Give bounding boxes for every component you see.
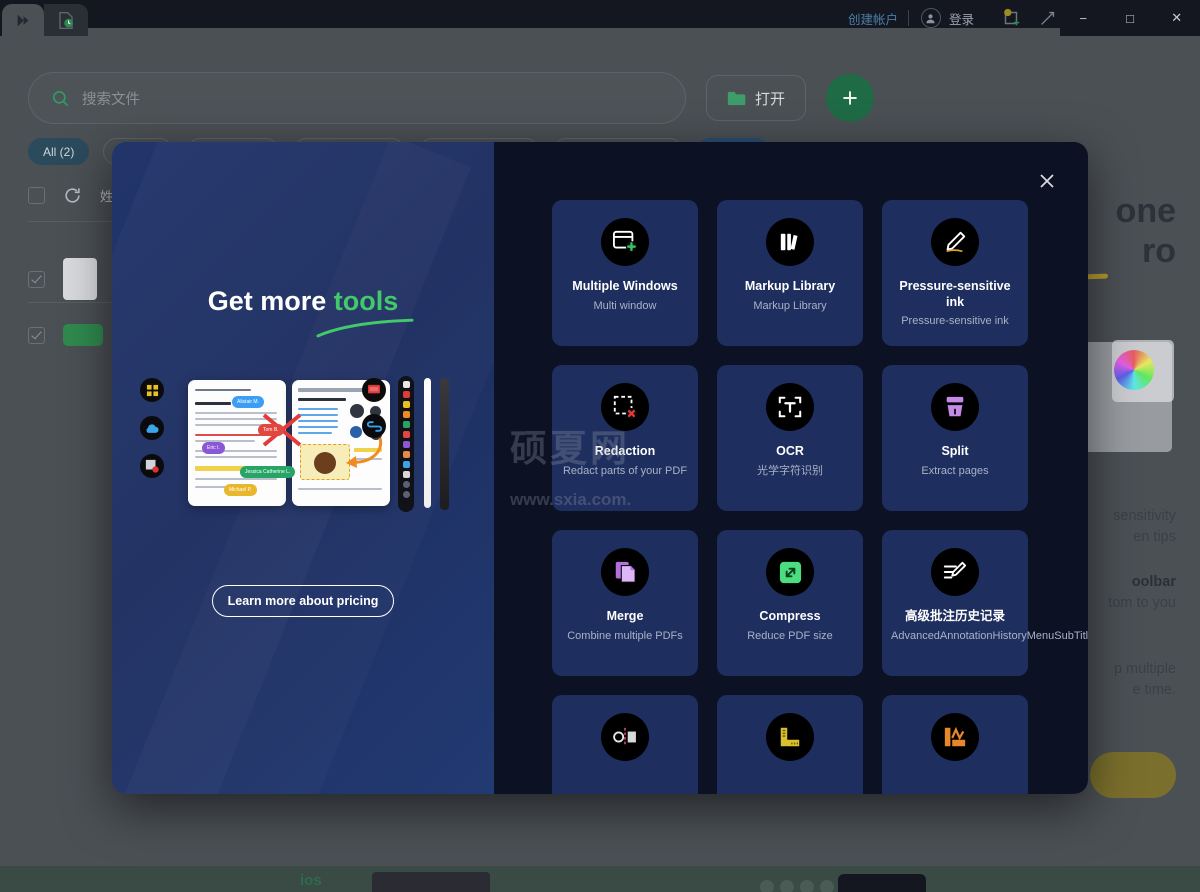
tools-grid: Multiple Windows Multi window Markup Lib… [552,200,1088,794]
annotation-history-icon [931,548,979,596]
illustration-comment: Tom B. [258,424,284,436]
orange-arrow-icon [346,437,383,468]
tool-card-title: Pressure-sensitive ink [899,279,1011,309]
link-icon [362,414,386,438]
tool-card-subtitle: AdvancedAnnotationHistoryMenuSubTitle [891,629,1088,642]
modal-overlay: Get more tools Alistair M. Eric I. Micha… [0,0,1200,892]
markup-library-icon [766,218,814,266]
tool-card-compare[interactable] [552,695,698,794]
tool-card-redaction[interactable]: Redaction Redact parts of your PDF [552,365,698,511]
green-underline-swoosh [316,318,414,338]
tool-card-subtitle: Pressure-sensitive ink [901,315,1009,328]
compare-icon [601,713,649,761]
tool-card-title: Merge [606,609,644,623]
tool-card-multiple-windows[interactable]: Multiple Windows Multi window [552,200,698,346]
tool-card-measure[interactable] [717,695,863,794]
tool-card-title: Split [941,444,969,458]
redaction-icon [601,383,649,431]
split-icon [931,383,979,431]
tool-card-title: 高级批注历史记录 [904,609,1005,623]
learn-more-pricing-button[interactable]: Learn more about pricing [212,585,394,617]
tool-card-subtitle: Combine multiple PDFs [567,629,683,642]
color-palette-bar [398,376,414,512]
tool-card-title: Redaction [594,444,656,458]
tool-card-annotation-history[interactable]: 高级批注历史记录 AdvancedAnnotationHistoryMenuSu… [882,530,1088,676]
multiple-windows-icon [601,218,649,266]
pen-icon [931,218,979,266]
tool-card-title: Multiple Windows [572,279,678,293]
redaction-small-icon [140,454,164,478]
grid-windows-icon [140,378,164,402]
tool-card-subtitle: Multi window [593,299,657,312]
compress-icon [766,548,814,596]
illustration-comment: Michael P. [224,484,257,496]
dialog-title: Get more tools [112,286,494,317]
dialog-title-accent: tools [333,286,399,316]
tool-card-title: OCR [776,444,804,458]
get-more-tools-dialog: Get more tools Alistair M. Eric I. Micha… [112,142,1088,794]
tool-card-merge[interactable]: Merge Combine multiple PDFs [552,530,698,676]
ruler-chart-icon [931,713,979,761]
tool-card-subtitle: 光学字符识别 [757,464,823,477]
tool-card-ocr[interactable]: OCR 光学字符识别 [717,365,863,511]
illustration-comment: Jessica Catherine L. [240,466,296,478]
dialog-left-panel: Get more tools Alistair M. Eric I. Micha… [112,142,494,794]
tool-card-pressure-sensitive-ink[interactable]: Pressure-sensitive ink Pressure-sensitiv… [882,200,1028,346]
merge-icon [601,548,649,596]
close-icon[interactable] [1036,170,1058,192]
illustration-comment: Eric I. [202,442,225,454]
annotation-illustration: Alistair M. Eric I. Michael P. Tom B. Je… [136,366,470,522]
dialog-title-prefix: Get more [207,286,334,316]
tool-card-subtitle: Markup Library [753,299,827,312]
black-stylus [440,378,449,510]
ocr-icon [766,383,814,431]
learn-more-pricing-label: Learn more about pricing [227,594,379,608]
tool-card-subtitle: Reduce PDF size [747,629,833,642]
tool-card-subtitle: Extract pages [921,464,989,477]
white-stylus [424,378,431,508]
tool-card-markup-library[interactable]: Markup Library Markup Library [717,200,863,346]
tool-card-title: Markup Library [744,279,836,293]
measure-icon [766,713,814,761]
presentation-icon [362,378,386,402]
dialog-right-panel: Multiple Windows Multi window Markup Lib… [494,142,1088,794]
tool-card-subtitle: Redact parts of your PDF [562,464,688,477]
cloud-icon [140,416,164,440]
illustration-comment: Alistair M. [232,396,264,408]
tool-card-split[interactable]: Split Extract pages [882,365,1028,511]
tool-card-title: Compress [759,609,821,623]
tool-card-ruler-chart[interactable] [882,695,1028,794]
screen-root: 搜索文件 打开 All (2) 姓 one ro sensitivity en … [0,0,1200,892]
tool-card-compress[interactable]: Compress Reduce PDF size [717,530,863,676]
